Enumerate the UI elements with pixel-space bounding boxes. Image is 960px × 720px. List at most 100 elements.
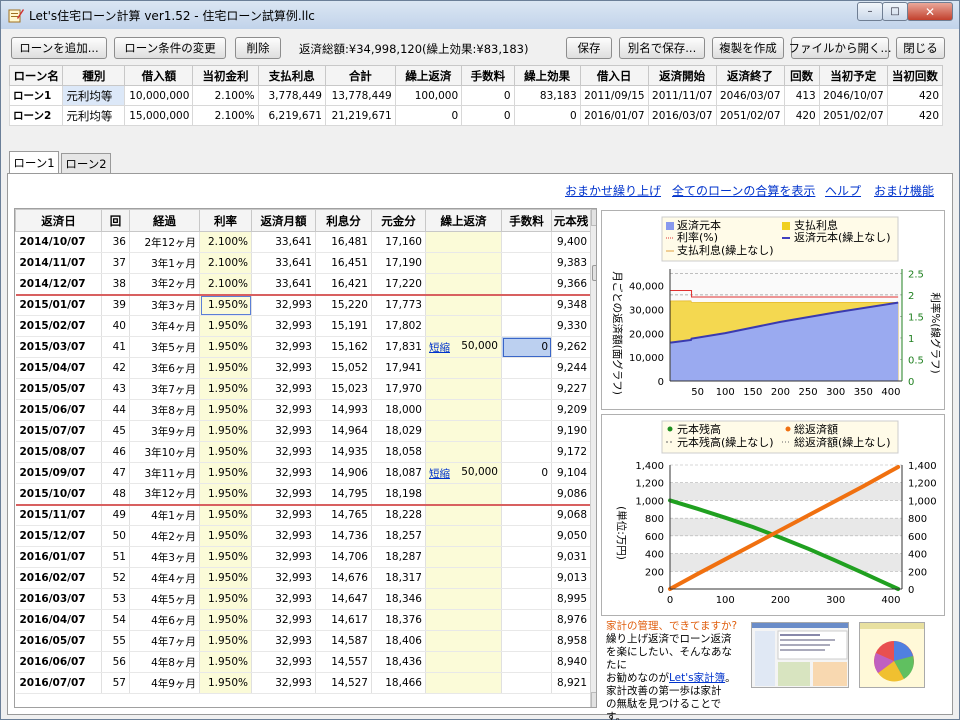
schedule-cell[interactable]	[501, 651, 552, 673]
loan-cell[interactable]: 0	[394, 105, 463, 126]
schedule-cell[interactable]	[425, 525, 502, 547]
schedule-cell[interactable]: 1.950%	[199, 420, 252, 442]
scroll-up-icon[interactable]: ▲	[591, 209, 596, 226]
help-link[interactable]: ヘルプ	[825, 182, 861, 199]
kakeibo-link[interactable]: Let's家計簿	[669, 672, 725, 684]
schedule-cell[interactable]	[501, 441, 552, 463]
loans-col-header[interactable]: 当初予定	[818, 65, 888, 86]
schedule-cell[interactable]	[501, 483, 552, 506]
schedule-cell[interactable]: 0	[501, 462, 552, 484]
loan-cell[interactable]: ローン1	[8, 85, 64, 106]
loans-col-header[interactable]: 返済終了	[715, 65, 785, 86]
schedule-cell[interactable]	[425, 378, 502, 400]
schedule-cell[interactable]: 1.950%	[199, 567, 252, 589]
schedule-cell[interactable]	[425, 420, 502, 442]
schedule-row[interactable]: 2014/10/07 36 2年12ヶ月 2.100% 33,641 16,481 17,1…	[15, 231, 591, 253]
schedule-cell[interactable]: 1.950%	[199, 651, 252, 673]
schedule-cell[interactable]	[501, 672, 552, 694]
loan-cell[interactable]: 0	[461, 105, 515, 126]
schedule-cell[interactable]	[501, 357, 552, 379]
loans-col-header[interactable]: 繰上返済	[394, 65, 463, 86]
schedule-cell[interactable]: 2.100%	[199, 252, 252, 274]
loan-cell[interactable]: 6,219,671	[257, 105, 326, 126]
schedule-cell[interactable]	[425, 231, 502, 253]
auto-prepay-link[interactable]: おまかせ繰り上げ	[565, 182, 661, 199]
schedule-cell[interactable]	[501, 399, 552, 421]
schedule-cell[interactable]: 短縮 50,000	[425, 336, 502, 358]
scroll-thumb[interactable]	[592, 265, 596, 281]
schedule-cell[interactable]: 1.950%	[199, 462, 252, 484]
schedule-row[interactable]: 2016/03/07 53 4年5ヶ月 1.950% 32,993 14,647 18,34…	[15, 588, 591, 610]
loan-cell[interactable]: 0	[461, 85, 515, 106]
schedule-row[interactable]: 2016/06/07 56 4年8ヶ月 1.950% 32,993 14,557 18,43…	[15, 651, 591, 673]
loan-cell[interactable]: 元利均等	[62, 85, 126, 106]
loans-col-header[interactable]: 合計	[324, 65, 396, 86]
schedule-col-header[interactable]: 経過	[129, 209, 200, 232]
schedule-cell[interactable]	[501, 252, 552, 274]
prepay-type-link[interactable]: 短縮	[429, 342, 450, 354]
schedule-row[interactable]: 2016/02/07 52 4年4ヶ月 1.950% 32,993 14,676 18,31…	[15, 567, 591, 589]
loan-cell[interactable]: 2.100%	[192, 105, 259, 126]
schedule-cell[interactable]: 1.950%	[199, 525, 252, 547]
tab-loan1[interactable]: ローン1	[9, 151, 59, 174]
loan-cell[interactable]: 2051/02/07	[715, 105, 785, 126]
schedule-col-header[interactable]: 元金分	[371, 209, 426, 232]
schedule-cell[interactable]	[501, 546, 552, 568]
minimize-button[interactable]: –	[857, 2, 883, 21]
schedule-row[interactable]: 2015/04/07 42 3年6ヶ月 1.950% 32,993 15,052 17,94…	[15, 357, 591, 379]
loan-cell[interactable]: 2.100%	[192, 85, 259, 106]
schedule-cell[interactable]	[425, 588, 502, 610]
schedule-row[interactable]: 2015/01/07 39 3年3ヶ月 1.950% 32,993 15,220 17,77…	[15, 294, 591, 316]
extra-features-link[interactable]: おまけ機能	[874, 182, 934, 199]
schedule-cell[interactable]	[501, 315, 552, 337]
schedule-cell[interactable]: 1.950%	[199, 630, 252, 652]
schedule-row[interactable]: 2015/06/07 44 3年8ヶ月 1.950% 32,993 14,993 18,00…	[15, 399, 591, 421]
schedule-cell[interactable]	[425, 567, 502, 589]
schedule-col-header[interactable]: 利率	[199, 209, 252, 232]
schedule-row[interactable]: 2015/05/07 43 3年7ヶ月 1.950% 32,993 15,023 17,97…	[15, 378, 591, 400]
schedule-cell[interactable]: 1.950%	[199, 294, 252, 316]
schedule-row[interactable]: 2014/11/07 37 3年1ヶ月 2.100% 33,641 16,451 17,19…	[15, 252, 591, 274]
loan-cell[interactable]: 0	[513, 105, 581, 126]
close-window-button[interactable]: ✕	[907, 2, 953, 21]
loan-cell[interactable]: 420	[886, 105, 944, 126]
loan-cell[interactable]: 420	[783, 105, 820, 126]
loans-col-header[interactable]: 借入額	[124, 65, 194, 86]
loan-cell[interactable]: 10,000,000	[124, 85, 194, 106]
loans-col-header[interactable]: 当初回数	[886, 65, 944, 86]
schedule-cell[interactable]	[501, 273, 552, 296]
schedule-cell[interactable]: 1.950%	[199, 378, 252, 400]
change-loan-button[interactable]: ローン条件の変更	[114, 37, 226, 59]
schedule-col-header[interactable]: 手数料	[501, 209, 552, 232]
schedule-row[interactable]: 2016/05/07 55 4年7ヶ月 1.950% 32,993 14,587 18,40…	[15, 630, 591, 652]
schedule-cell[interactable]: 1.950%	[199, 588, 252, 610]
loans-col-header[interactable]: 手数料	[461, 65, 515, 86]
add-loan-button[interactable]: ローンを追加...	[11, 37, 107, 59]
close-button[interactable]: 閉じる	[896, 37, 945, 59]
schedule-col-header[interactable]: 返済月額	[251, 209, 316, 232]
schedule-cell[interactable]: 0	[501, 336, 552, 358]
loan-cell[interactable]: 15,000,000	[124, 105, 194, 126]
loan-row[interactable]: ローン1 元利均等 10,000,000 2.100% 3,778,449 13,778,…	[8, 85, 944, 106]
schedule-row[interactable]: 2015/12/07 50 4年2ヶ月 1.950% 32,993 14,736 18,25…	[15, 525, 591, 547]
schedule-cell[interactable]	[425, 672, 502, 694]
schedule-cell[interactable]	[425, 546, 502, 568]
schedule-cell[interactable]	[425, 294, 502, 316]
schedule-row[interactable]: 2016/01/07 51 4年3ヶ月 1.950% 32,993 14,706 18,28…	[15, 546, 591, 568]
schedule-cell[interactable]: 1.950%	[199, 504, 252, 526]
schedule-col-header[interactable]: 回	[101, 209, 130, 232]
schedule-row[interactable]: 2015/03/07 41 3年5ヶ月 1.950% 32,993 15,162 17,83…	[15, 336, 591, 358]
schedule-cell[interactable]: 2.100%	[199, 273, 252, 296]
schedule-cell[interactable]	[425, 651, 502, 673]
loan-cell[interactable]: 3,778,449	[257, 85, 326, 106]
schedule-cell[interactable]	[501, 378, 552, 400]
loan-cell[interactable]: 元利均等	[62, 105, 126, 126]
loan-cell[interactable]: 2011/11/07	[647, 85, 717, 106]
schedule-row[interactable]: 2016/04/07 54 4年6ヶ月 1.950% 32,993 14,617 18,37…	[15, 609, 591, 631]
loan-cell[interactable]: 2051/02/07	[818, 105, 888, 126]
schedule-row[interactable]: 2015/07/07 45 3年9ヶ月 1.950% 32,993 14,964 18,02…	[15, 420, 591, 442]
schedule-row[interactable]: 2015/08/07 46 3年10ヶ月 1.950% 32,993 14,935 18,0…	[15, 441, 591, 463]
schedule-cell[interactable]	[501, 609, 552, 631]
loans-col-header[interactable]: 繰上効果	[513, 65, 581, 86]
loan-cell[interactable]: ローン2	[8, 105, 64, 126]
